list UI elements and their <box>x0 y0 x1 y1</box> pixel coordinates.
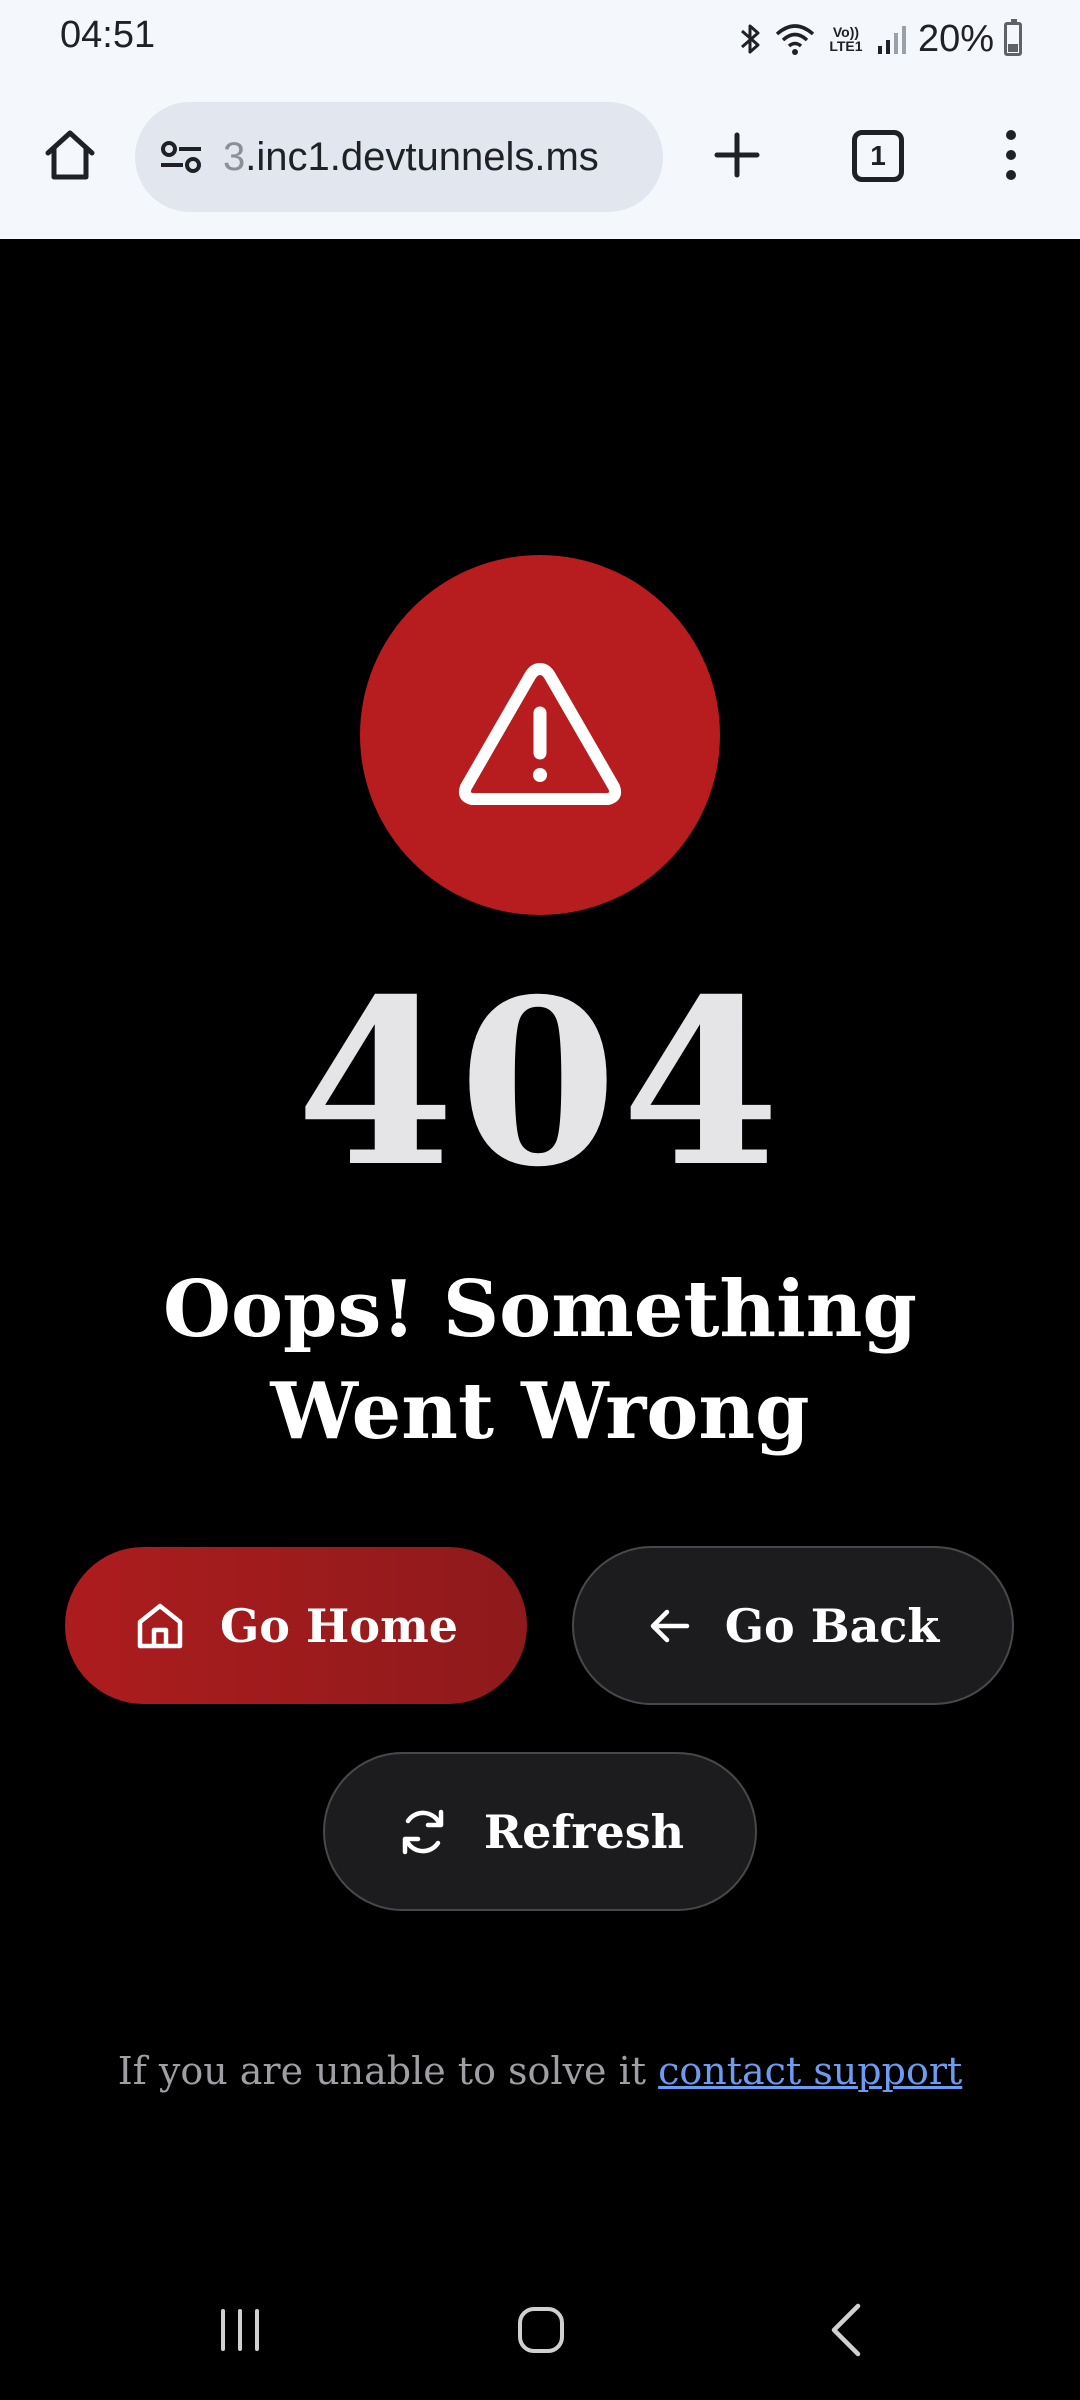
wifi-icon <box>775 24 815 55</box>
contact-support-link[interactable]: contact support <box>658 2049 962 2093</box>
refresh-label: Refresh <box>483 1804 685 1859</box>
error-headline: Oops! Something Went Wrong <box>163 1264 917 1457</box>
home-icon <box>137 1603 183 1648</box>
support-message: If you are unable to solve it contact su… <box>0 2049 1080 2093</box>
status-icons: Vo)) LTE1 20% <box>736 14 1022 64</box>
warning-icon <box>458 663 622 805</box>
address-bar[interactable]: 3.inc1.devtunnels.ms <box>135 102 663 212</box>
home-icon[interactable] <box>38 123 102 187</box>
battery-percent: 20% <box>917 17 994 60</box>
browser-chrome: 04:51 Vo)) LTE1 20% 3.inc1.devtunnels.ms… <box>0 0 1080 239</box>
signal-icon <box>877 26 906 54</box>
go-back-button[interactable]: Go Back <box>572 1546 1014 1705</box>
go-home-label: Go Home <box>219 1598 459 1653</box>
alert-badge <box>360 555 720 915</box>
nav-home-icon[interactable] <box>515 2304 567 2356</box>
error-code: 404 <box>296 949 784 1217</box>
arrow-left-icon <box>650 1609 689 1642</box>
browser-toolbar: 3.inc1.devtunnels.ms 1 <box>0 95 1080 215</box>
nav-back-icon[interactable] <box>822 2301 872 2359</box>
plus-icon[interactable] <box>705 123 769 187</box>
refresh-icon <box>402 1809 444 1854</box>
tab-switcher-button[interactable]: 1 <box>852 130 904 182</box>
navigation-bar <box>0 2279 1080 2400</box>
tune-icon[interactable] <box>157 133 205 181</box>
battery-icon <box>1004 19 1022 56</box>
status-bar: 04:51 Vo)) LTE1 20% <box>0 0 1080 78</box>
support-text: If you are unable to solve it <box>117 2049 647 2093</box>
status-time: 04:51 <box>60 14 156 56</box>
go-back-label: Go Back <box>724 1598 940 1653</box>
recent-apps-icon[interactable] <box>215 2307 265 2353</box>
refresh-button[interactable]: Refresh <box>323 1752 757 1911</box>
url-text[interactable]: 3.inc1.devtunnels.ms <box>223 135 648 180</box>
bluetooth-icon <box>740 24 760 54</box>
go-home-button[interactable]: Go Home <box>65 1547 527 1704</box>
menu-icon[interactable] <box>996 123 1026 187</box>
error-page: 404 Oops! Something Went Wrong Go Home G… <box>0 239 1080 2279</box>
network-label: Vo)) LTE1 <box>829 24 863 54</box>
tab-count: 1 <box>870 140 886 171</box>
